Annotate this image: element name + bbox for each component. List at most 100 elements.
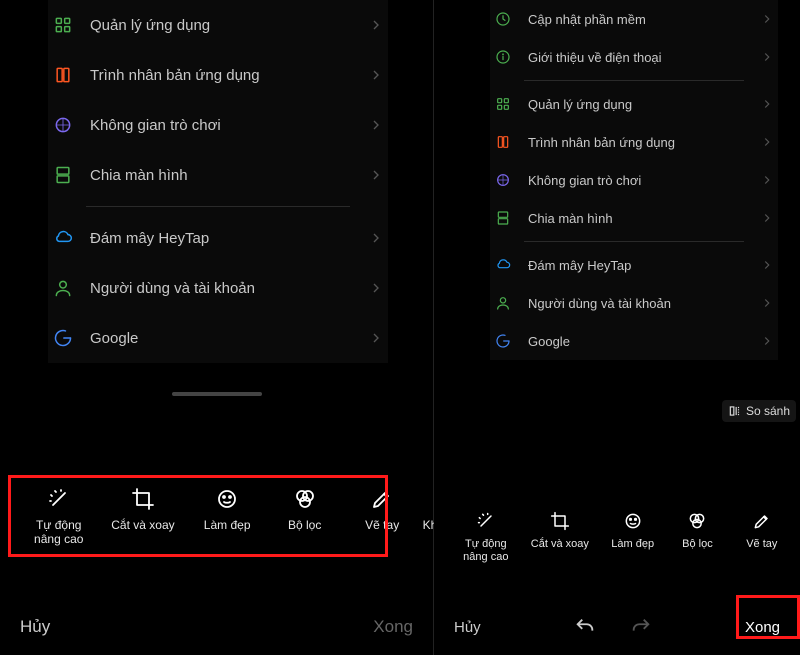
tool-crop[interactable]: Cắt và xoay bbox=[531, 510, 589, 551]
done-button[interactable]: Xong bbox=[373, 617, 413, 637]
menu-item[interactable]: Chia màn hình bbox=[490, 199, 778, 237]
tool-label: Tự độngnâng cao bbox=[463, 538, 508, 564]
tool-beauty[interactable]: Làm đẹp bbox=[202, 486, 252, 532]
apps-icon bbox=[494, 95, 512, 113]
menu-item-label: Quản lý ứng dụng bbox=[90, 17, 352, 34]
edit-toolbar-right: Tự độngnâng cao Cắt và xoay Làm đẹp Bộ l… bbox=[434, 510, 800, 564]
menu-item[interactable]: Người dùng và tài khoản bbox=[490, 284, 778, 322]
clone-icon bbox=[494, 133, 512, 151]
chevron-right-icon bbox=[760, 12, 774, 26]
split-icon bbox=[494, 209, 512, 227]
menu-item-label: Google bbox=[90, 330, 352, 347]
menu-item-label: Người dùng và tài khoản bbox=[90, 280, 352, 297]
divider bbox=[524, 241, 744, 242]
tool-label: Làm đẹp bbox=[204, 518, 251, 532]
menu-item-label: Google bbox=[528, 334, 744, 349]
chevron-right-icon bbox=[760, 258, 774, 272]
chevron-right-icon bbox=[760, 50, 774, 64]
menu-item[interactable]: Không gian trò chơi bbox=[490, 161, 778, 199]
redo-icon bbox=[630, 616, 652, 638]
undo-button[interactable] bbox=[574, 616, 596, 638]
cancel-button[interactable]: Hủy bbox=[454, 619, 481, 636]
tool-wand[interactable]: Tự độngnâng cao bbox=[34, 486, 84, 547]
chevron-right-icon bbox=[368, 67, 384, 83]
right-panel: Cập nhật phần mềm Giới thiệu về điện tho… bbox=[434, 0, 800, 655]
undo-redo-group bbox=[574, 616, 652, 638]
chevron-right-icon bbox=[368, 117, 384, 133]
redo-button[interactable] bbox=[630, 616, 652, 638]
menu-item[interactable]: Quản lý ứng dụng bbox=[490, 85, 778, 123]
menu-item-label: Chia màn hình bbox=[528, 211, 744, 226]
menu-item-label: Chia màn hình bbox=[90, 167, 352, 184]
drag-handle[interactable] bbox=[172, 392, 262, 396]
menu-item-label: Đám mây HeyTap bbox=[528, 258, 744, 273]
chevron-right-icon bbox=[368, 167, 384, 183]
tool-filter[interactable]: Bộ lọc bbox=[280, 486, 330, 532]
tool-label: Cắt và xoay bbox=[531, 538, 589, 551]
game-icon bbox=[494, 171, 512, 189]
chevron-right-icon bbox=[368, 17, 384, 33]
menu-item-label: Cập nhật phần mềm bbox=[528, 12, 744, 27]
menu-item[interactable]: Google bbox=[48, 313, 388, 363]
menu-item[interactable]: Google bbox=[490, 322, 778, 360]
menu-item[interactable]: Trình nhân bản ứng dụng bbox=[490, 123, 778, 161]
tool-label: Làm đẹp bbox=[611, 538, 654, 551]
menu-item[interactable]: Cập nhật phần mềm bbox=[490, 0, 778, 38]
tool-label: Tự độngnâng cao bbox=[34, 518, 83, 547]
menu-item[interactable]: Đám mây HeyTap bbox=[48, 213, 388, 263]
tool-label: Vẽ tay bbox=[746, 538, 777, 551]
wand-icon bbox=[46, 486, 72, 512]
update-icon bbox=[494, 10, 512, 28]
tool-draw[interactable]: Vẽ tay bbox=[357, 486, 407, 532]
menu-item-label: Trình nhân bản ứng dụng bbox=[528, 135, 744, 150]
left-panel: Quản lý ứng dụng Trình nhân bản ứng dụng… bbox=[0, 0, 434, 655]
menu-item[interactable]: Giới thiệu về điện thoại bbox=[490, 38, 778, 76]
tool-label: Bộ lọc bbox=[288, 518, 321, 532]
tool-wand[interactable]: Tự độngnâng cao bbox=[463, 510, 508, 564]
chevron-right-icon bbox=[760, 97, 774, 111]
filter-icon bbox=[686, 510, 708, 532]
done-button[interactable]: Xong bbox=[745, 619, 780, 636]
menu-item-label: Người dùng và tài khoản bbox=[528, 296, 744, 311]
crop-icon bbox=[130, 486, 156, 512]
chevron-right-icon bbox=[368, 230, 384, 246]
tool-beauty[interactable]: Làm đẹp bbox=[611, 510, 654, 551]
cloud-icon bbox=[52, 227, 74, 249]
tool-label: Cắt và xoay bbox=[111, 518, 174, 532]
menu-item-label: Đám mây HeyTap bbox=[90, 230, 352, 247]
chevron-right-icon bbox=[368, 330, 384, 346]
chevron-right-icon bbox=[760, 173, 774, 187]
undo-icon bbox=[574, 616, 596, 638]
divider bbox=[86, 206, 350, 207]
menu-item-label: Quản lý ứng dụng bbox=[528, 97, 744, 112]
chevron-right-icon bbox=[760, 211, 774, 225]
split-icon bbox=[52, 164, 74, 186]
bottom-bar-left: Hủy Xong bbox=[0, 599, 433, 655]
wand-icon bbox=[475, 510, 497, 532]
beauty-icon bbox=[622, 510, 644, 532]
tool-draw[interactable]: Vẽ tay bbox=[741, 510, 783, 551]
bottom-bar-right: Hủy Xong bbox=[434, 599, 800, 655]
menu-item[interactable]: Trình nhân bản ứng dụng bbox=[48, 50, 388, 100]
user-icon bbox=[52, 277, 74, 299]
menu-item[interactable]: Chia màn hình bbox=[48, 150, 388, 200]
compare-icon bbox=[728, 404, 742, 418]
menu-item-label: Giới thiệu về điện thoại bbox=[528, 50, 744, 65]
cancel-button[interactable]: Hủy bbox=[20, 617, 50, 637]
cloud-icon bbox=[494, 256, 512, 274]
tool-crop[interactable]: Cắt và xoay bbox=[111, 486, 174, 532]
menu-item[interactable]: Không gian trò chơi bbox=[48, 100, 388, 150]
compare-button[interactable]: So sánh bbox=[722, 400, 796, 422]
apps-icon bbox=[52, 14, 74, 36]
menu-item[interactable]: Người dùng và tài khoản bbox=[48, 263, 388, 313]
google-icon bbox=[494, 332, 512, 350]
settings-preview-left: Quản lý ứng dụng Trình nhân bản ứng dụng… bbox=[48, 0, 388, 363]
chevron-right-icon bbox=[760, 334, 774, 348]
menu-item[interactable]: Đám mây HeyTap bbox=[490, 246, 778, 284]
edit-toolbar-left: Tự độngnâng cao Cắt và xoay Làm đẹp Bộ l… bbox=[0, 486, 433, 547]
menu-item[interactable]: Quản lý ứng dụng bbox=[48, 0, 388, 50]
beauty-icon bbox=[214, 486, 240, 512]
filter-icon bbox=[292, 486, 318, 512]
clone-icon bbox=[52, 64, 74, 86]
tool-filter[interactable]: Bộ lọc bbox=[676, 510, 718, 551]
